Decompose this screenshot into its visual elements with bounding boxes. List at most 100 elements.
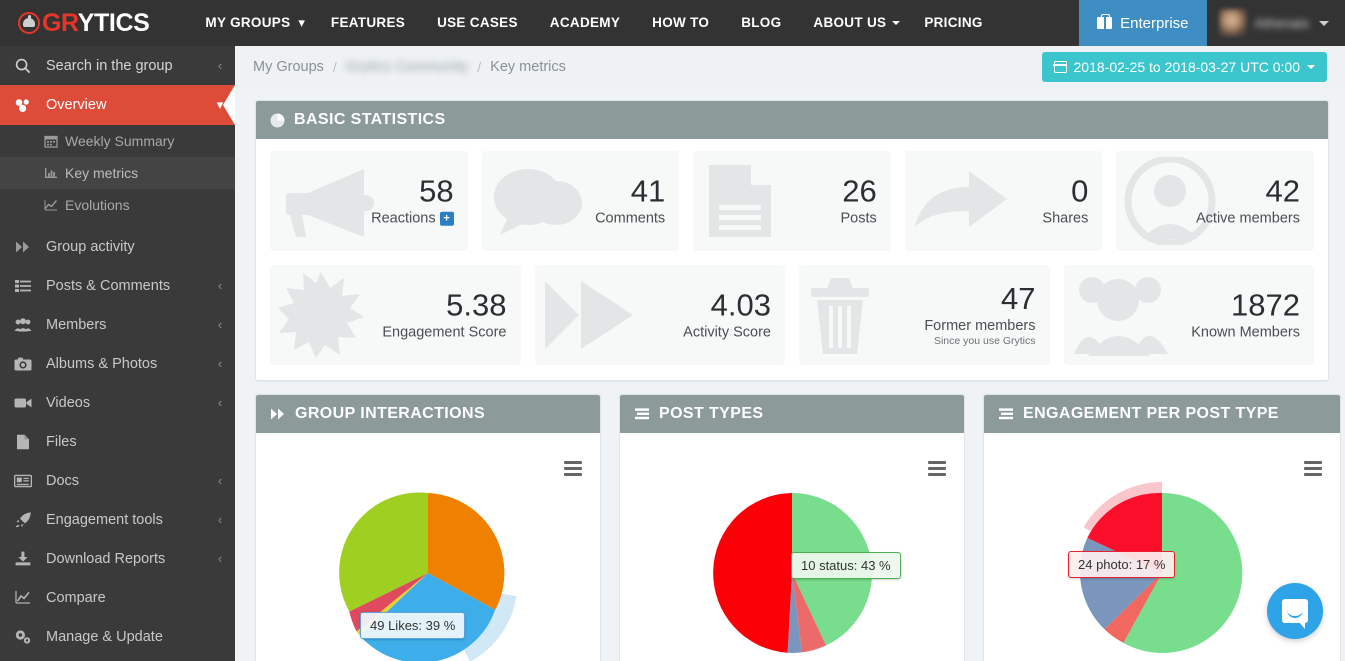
file-icon	[0, 434, 46, 450]
sidebar-item-engagement-tools[interactable]: Engagement tools ‹	[0, 500, 235, 539]
date-range-picker[interactable]: 2018-02-25 to 2018-03-27 UTC 0:00	[1041, 52, 1327, 82]
grytics-logo-icon	[18, 12, 40, 34]
breadcrumb: My Groups / Grytics Community / Key metr…	[235, 46, 1345, 88]
basic-statistics-panel: BASIC STATISTICS 58 Reactions + 41 Comme…	[255, 100, 1329, 381]
forward-icon	[543, 277, 635, 353]
nav-item-academy[interactable]: ACADEMY	[534, 0, 636, 46]
breadcrumb-my-groups[interactable]: My Groups	[253, 59, 324, 75]
sidebar-subitem-evolutions[interactable]: Evolutions	[0, 189, 235, 221]
nav-item-about-us[interactable]: ABOUT US	[797, 0, 908, 46]
group-interactions-header: GROUP INTERACTIONS	[256, 395, 600, 433]
stat-card-known-members[interactable]: 1872 Known Members	[1063, 265, 1314, 365]
stat-text-posts: 26 Posts	[840, 175, 877, 227]
post-types-panel: POST TYPES 10 status: 43 %	[619, 394, 965, 661]
stat-card-engagement-score[interactable]: 5.38 Engagement Score	[270, 265, 521, 365]
stat-card-shares[interactable]: 0 Shares	[904, 151, 1103, 251]
group-interactions-chart[interactable]: 49 Likes: 39 %	[256, 433, 600, 661]
nav-item-my-groups[interactable]: MY GROUPS	[189, 0, 298, 46]
enterprise-button[interactable]: Enterprise	[1079, 0, 1207, 46]
stat-card-active-members[interactable]: 42 Active members	[1116, 151, 1314, 251]
stat-card-reactions[interactable]: 58 Reactions +	[270, 151, 468, 251]
sidebar-item-engagement-tools-label: Engagement tools	[46, 511, 163, 528]
sidebar-collapse-chevron-left-icon[interactable]: ‹	[205, 58, 235, 73]
stat-text-comments: 41 Comments	[595, 175, 665, 226]
group-interactions-tooltip: 49 Likes: 39 %	[360, 612, 466, 639]
trend-icon	[44, 198, 58, 212]
bars-icon	[634, 407, 650, 421]
enterprise-label: Enterprise	[1120, 14, 1189, 32]
post-types-header: POST TYPES	[620, 395, 964, 433]
basic-statistics-body: 58 Reactions + 41 Comments 26 Posts 0 Sh…	[256, 139, 1328, 381]
nav-item-blog[interactable]: BLOG	[725, 0, 797, 46]
search-icon	[0, 58, 46, 74]
pie-chart-icon	[270, 113, 285, 128]
calendar-icon	[1052, 61, 1068, 73]
brand-text-gr: GR	[42, 8, 78, 37]
post-types-chart[interactable]: 10 status: 43 %	[620, 433, 964, 661]
date-range-caret-icon	[1307, 65, 1315, 69]
sidebar-item-videos[interactable]: Videos ‹	[0, 383, 235, 422]
sidebar-item-files[interactable]: Files	[0, 422, 235, 461]
sidebar-item-compare[interactable]: Compare	[0, 578, 235, 617]
stat-value-former-members: 47	[1001, 281, 1036, 317]
brand-logo[interactable]: GRYTICS	[18, 8, 150, 38]
sidebar-item-posts-comments[interactable]: Posts & Comments ‹	[0, 266, 235, 305]
stat-label-known-members: Known Members	[1191, 324, 1300, 341]
users-icon	[0, 317, 46, 332]
sidebar-item-group-activity[interactable]: Group activity	[0, 227, 235, 266]
sidebar-item-members-label: Members	[46, 316, 107, 333]
line-chart-icon	[0, 590, 46, 605]
docs-chevron-left-icon: ‹	[217, 473, 223, 488]
nav-item-my-groups-label: MY GROUPS	[205, 15, 291, 30]
stat-card-comments[interactable]: 41 Comments	[481, 151, 680, 251]
chart-menu-icon[interactable]	[928, 461, 946, 479]
sidebar-item-albums-photos[interactable]: Albums & Photos ‹	[0, 344, 235, 383]
charts-row: GROUP INTERACTIONS 49 Likes: 39 % POST T…	[255, 394, 1341, 661]
stat-sub-former-members: Since you use Grytics	[933, 334, 1036, 347]
messenger-launcher-button[interactable]	[1267, 583, 1323, 639]
breadcrumb-group-name[interactable]: Grytics Community	[346, 59, 468, 75]
stat-card-activity-score[interactable]: 4.03 Activity Score	[534, 265, 785, 365]
sidebar-item-compare-label: Compare	[46, 589, 106, 606]
sidebar-item-download-reports[interactable]: Download Reports ‹	[0, 539, 235, 578]
statistics-row-2: 5.38 Engagement Score 4.03 Activity Scor…	[270, 265, 1314, 365]
stat-card-former-members[interactable]: 47 Former members Since you use Grytics	[799, 265, 1050, 365]
sidebar-item-docs-label: Docs	[46, 472, 80, 489]
sidebar-subitem-weekly-summary[interactable]: Weekly Summary	[0, 125, 235, 157]
albums-chevron-left-icon: ‹	[217, 356, 223, 371]
sidebar-item-docs[interactable]: Docs ‹	[0, 461, 235, 500]
stat-value-shares: 0	[1071, 173, 1089, 209]
sidebar: Search in the group ‹ Overview ▾ Weekly …	[0, 46, 235, 661]
my-groups-chevron-down-icon[interactable]: ▾	[298, 15, 315, 31]
sidebar-subitem-weekly-summary-label: Weekly Summary	[65, 133, 175, 149]
chart-menu-icon[interactable]	[1304, 461, 1322, 479]
fast-forward-icon	[0, 240, 46, 254]
chart-menu-icon[interactable]	[564, 461, 582, 479]
group-icon	[1072, 274, 1174, 356]
group-interactions-title: GROUP INTERACTIONS	[295, 405, 486, 422]
trash-icon	[807, 274, 879, 356]
stat-text-reactions: 58 Reactions +	[371, 175, 454, 226]
briefcase-icon	[1097, 14, 1113, 29]
fast-forward-icon	[270, 407, 286, 421]
sidebar-item-overview[interactable]: Overview ▾	[0, 85, 235, 125]
sidebar-subitem-key-metrics[interactable]: Key metrics	[0, 157, 235, 189]
list-icon	[0, 279, 46, 293]
sidebar-item-members[interactable]: Members ‹	[0, 305, 235, 344]
nav-item-use-cases[interactable]: USE CASES	[421, 0, 534, 46]
sidebar-search[interactable]: Search in the group ‹	[0, 46, 235, 85]
bars-icon	[998, 407, 1014, 421]
user-menu[interactable]: Athenais	[1207, 0, 1345, 46]
stat-card-posts[interactable]: 26 Posts	[693, 151, 891, 251]
stat-label-posts: Posts	[840, 210, 877, 227]
nav-item-how-to[interactable]: HOW TO	[636, 0, 725, 46]
stat-label-active-members: Active members	[1196, 210, 1300, 227]
rocket-icon	[0, 511, 46, 528]
sidebar-item-manage-update[interactable]: Manage & Update	[0, 617, 235, 656]
nav-item-features[interactable]: FEATURES	[315, 0, 421, 46]
document-icon	[701, 161, 779, 241]
nav-item-pricing[interactable]: PRICING	[908, 0, 998, 46]
megaphone-icon	[278, 163, 374, 239]
download-icon	[0, 551, 46, 566]
plus-badge-icon[interactable]: +	[439, 211, 454, 226]
